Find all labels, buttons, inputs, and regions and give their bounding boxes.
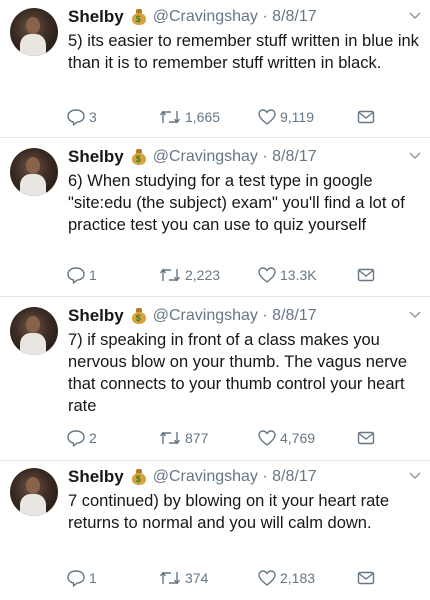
user-name[interactable]: Shelby [68, 147, 124, 167]
avatar[interactable] [10, 307, 58, 355]
envelope-icon [357, 571, 375, 585]
reply-button[interactable]: 2 [66, 427, 97, 449]
like-count: 4,769 [280, 430, 316, 446]
direct-message-button[interactable] [356, 427, 376, 449]
like-count: 13.3K [280, 267, 317, 283]
retweet-count: 2,223 [185, 267, 221, 283]
user-handle-date[interactable]: @Cravingshay · 8/8/17 [153, 148, 317, 166]
tweet-header: Shelby $ @Cravingshay · 8/8/17 [68, 305, 317, 327]
heart-icon [258, 267, 276, 283]
money-bag-emoji-icon: $ [130, 8, 148, 26]
reply-icon [67, 430, 85, 447]
tweet-header: Shelby $ @Cravingshay · 8/8/17 [68, 146, 317, 168]
tweet-text: 5) its easier to remember stuff written … [68, 32, 419, 72]
tweet-text: 6) When studying for a test type in goog… [68, 172, 405, 234]
like-button[interactable]: 13.3K [257, 264, 317, 286]
retweet-icon [159, 110, 181, 124]
user-handle-date[interactable]: @Cravingshay · 8/8/17 [153, 468, 317, 486]
like-count: 9,119 [280, 109, 314, 125]
retweet-icon [159, 431, 181, 445]
reply-count: 1 [89, 267, 97, 283]
chevron-down-icon[interactable] [408, 148, 422, 162]
heart-icon [258, 430, 276, 446]
heart-icon [258, 109, 276, 125]
direct-message-button[interactable] [356, 567, 376, 589]
reply-icon [67, 570, 85, 587]
like-button[interactable]: 4,769 [257, 427, 315, 449]
chevron-down-icon[interactable] [408, 8, 422, 22]
like-button[interactable]: 9,119 [257, 106, 314, 128]
tweet-text: 7) if speaking in front of a class makes… [68, 331, 408, 415]
money-bag-emoji-icon: $ [130, 148, 148, 166]
envelope-icon [357, 268, 375, 282]
reply-icon [67, 109, 85, 126]
retweet-button[interactable]: 1,665 [158, 106, 220, 128]
chevron-down-icon[interactable] [408, 468, 422, 482]
user-handle-date[interactable]: @Cravingshay · 8/8/17 [153, 307, 317, 325]
money-bag-emoji-icon: $ [130, 468, 148, 486]
retweet-button[interactable]: 2,223 [158, 264, 220, 286]
user-name[interactable]: Shelby [68, 467, 124, 487]
divider [0, 137, 430, 138]
tweet[interactable]: Shelby $ @Cravingshay · 8/8/17 7 continu… [0, 466, 430, 600]
tweet[interactable]: Shelby $ @Cravingshay · 8/8/17 6) When s… [0, 146, 430, 298]
tweet-actions: 1 374 2,183 [66, 567, 396, 589]
avatar[interactable] [10, 148, 58, 196]
retweet-button[interactable]: 374 [158, 567, 208, 589]
tweet-text: 7 continued) by blowing on it your heart… [68, 492, 390, 532]
reply-count: 2 [89, 430, 97, 446]
like-count: 2,183 [280, 570, 316, 586]
reply-icon [67, 267, 85, 284]
tweet-header: Shelby $ @Cravingshay · 8/8/17 [68, 466, 317, 488]
heart-icon [258, 570, 276, 586]
money-bag-emoji-icon: $ [130, 307, 148, 325]
tweet-actions: 2 877 4,769 [66, 427, 396, 449]
direct-message-button[interactable] [356, 264, 376, 286]
retweet-icon [159, 571, 181, 585]
reply-count: 1 [89, 570, 97, 586]
divider [0, 460, 430, 461]
retweet-count: 877 [185, 430, 209, 446]
avatar[interactable] [10, 468, 58, 516]
avatar[interactable] [10, 8, 58, 56]
chevron-down-icon[interactable] [408, 307, 422, 321]
like-button[interactable]: 2,183 [257, 567, 315, 589]
retweet-icon [159, 268, 181, 282]
envelope-icon [357, 431, 375, 445]
user-handle-date[interactable]: @Cravingshay · 8/8/17 [153, 8, 317, 26]
tweet[interactable]: Shelby $ @Cravingshay · 8/8/17 7) if spe… [0, 305, 430, 457]
retweet-count: 1,665 [185, 109, 221, 125]
tweet-header: Shelby $ @Cravingshay · 8/8/17 [68, 6, 317, 28]
direct-message-button[interactable] [356, 106, 376, 128]
tweet[interactable]: Shelby $ @Cravingshay · 8/8/17 5) its ea… [0, 6, 430, 148]
retweet-count: 374 [185, 570, 209, 586]
retweet-button[interactable]: 877 [158, 427, 208, 449]
reply-button[interactable]: 1 [66, 264, 97, 286]
reply-button[interactable]: 3 [66, 106, 97, 128]
divider [0, 296, 430, 297]
envelope-icon [357, 110, 375, 124]
tweet-actions: 1 2,223 13.3K [66, 264, 396, 286]
tweet-actions: 3 1,665 9,119 [66, 106, 396, 128]
user-name[interactable]: Shelby [68, 306, 124, 326]
reply-button[interactable]: 1 [66, 567, 97, 589]
reply-count: 3 [89, 109, 97, 125]
user-name[interactable]: Shelby [68, 7, 124, 27]
